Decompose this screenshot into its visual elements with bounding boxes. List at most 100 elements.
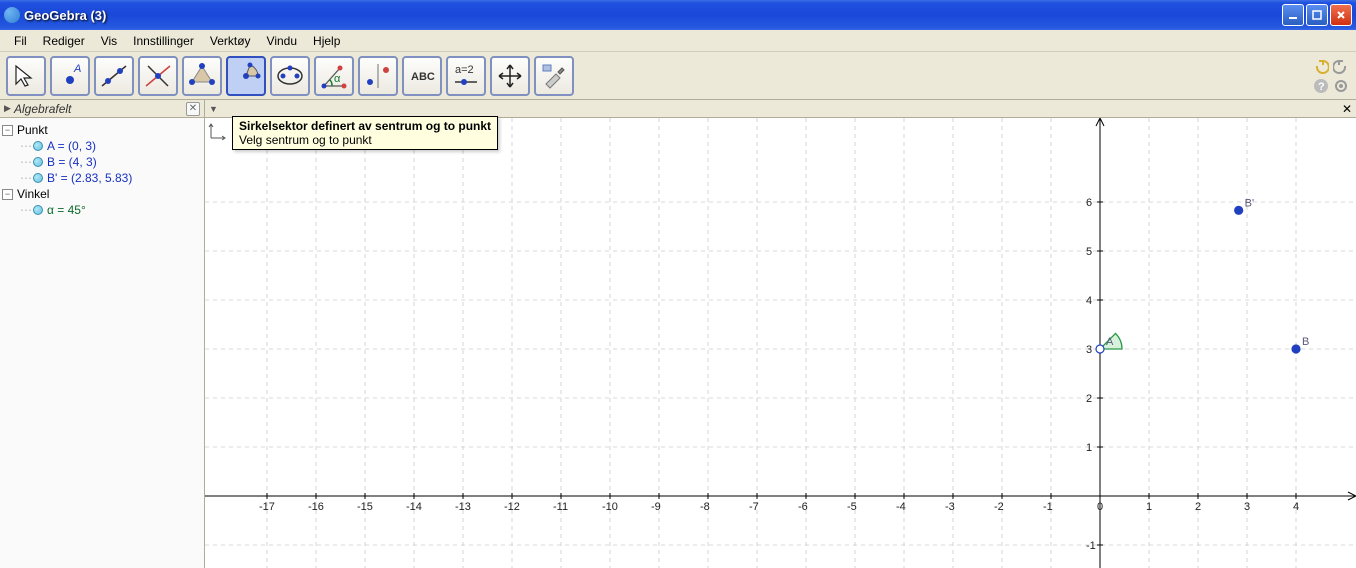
tree-item[interactable]: ⋯α = 45° (2, 202, 202, 218)
tool-options[interactable] (534, 56, 574, 96)
chevron-down-icon[interactable]: ▼ (209, 104, 219, 114)
svg-text:5: 5 (1086, 246, 1092, 258)
svg-text:?: ? (1318, 81, 1325, 93)
svg-text:-14: -14 (406, 501, 422, 513)
svg-text:B: B (1302, 336, 1309, 348)
menubar: Fil Rediger Vis Innstillinger Verktøy Vi… (0, 30, 1356, 52)
tool-circle-sector[interactable] (226, 56, 266, 96)
graphics-canvas[interactable]: -17-16-15-14-13-12-11-10-9-8-7-6-5-4-3-2… (205, 118, 1356, 568)
algebra-title: Algebrafelt (14, 102, 186, 116)
toolbar: A α ABC a=2 ? (0, 52, 1356, 100)
tree-category-label: Punkt (17, 123, 48, 137)
svg-text:-1: -1 (1086, 540, 1096, 552)
tool-angle[interactable]: α (314, 56, 354, 96)
tree-category-vinkel[interactable]: − Vinkel (2, 186, 202, 202)
svg-text:6: 6 (1086, 197, 1092, 209)
point-bullet-icon (33, 173, 43, 183)
svg-text:-16: -16 (308, 501, 324, 513)
svg-text:-2: -2 (994, 501, 1004, 513)
tree-item-label: B = (4, 3) (47, 155, 97, 169)
svg-text:-8: -8 (700, 501, 710, 513)
collapse-icon[interactable]: − (2, 125, 13, 136)
svg-text:A: A (1106, 336, 1114, 348)
svg-text:-12: -12 (504, 501, 520, 513)
tree-category-punkt[interactable]: − Punkt (2, 122, 202, 138)
tool-line[interactable] (94, 56, 134, 96)
tree-item[interactable]: ⋯B' = (2.83, 5.83) (2, 170, 202, 186)
svg-text:-5: -5 (847, 501, 857, 513)
tool-slider[interactable]: a=2 (446, 56, 486, 96)
svg-text:0: 0 (1097, 501, 1103, 513)
angle-bullet-icon (33, 205, 43, 215)
tool-point[interactable]: A (50, 56, 90, 96)
window-titlebar: GeoGebra (3) (0, 0, 1356, 30)
svg-text:4: 4 (1293, 501, 1299, 513)
tooltip-sub: Velg sentrum og to punkt (239, 133, 491, 147)
svg-text:2: 2 (1086, 393, 1092, 405)
tool-reflect[interactable] (358, 56, 398, 96)
graphics-panel[interactable]: ▼ ✕ -17-16-15-14-13-12-11-10-9-8-7-6-5-4… (205, 100, 1356, 568)
tree-item-label: A = (0, 3) (47, 139, 96, 153)
svg-text:-15: -15 (357, 501, 373, 513)
algebra-tree: − Punkt ⋯A = (0, 3) ⋯B = (4, 3) ⋯B' = (2… (0, 118, 204, 222)
redo-icon[interactable] (1332, 57, 1350, 75)
minimize-button[interactable] (1282, 4, 1304, 26)
graphics-svg[interactable]: -17-16-15-14-13-12-11-10-9-8-7-6-5-4-3-2… (205, 118, 1356, 568)
help-icon[interactable]: ? (1312, 77, 1330, 95)
menu-hjelp[interactable]: Hjelp (305, 32, 348, 50)
tool-move-graphics[interactable] (490, 56, 530, 96)
svg-text:α: α (334, 73, 341, 85)
tree-item[interactable]: ⋯B = (4, 3) (2, 154, 202, 170)
menu-vindu[interactable]: Vindu (259, 32, 305, 50)
tool-polygon[interactable] (182, 56, 222, 96)
algebra-panel: ▶ Algebrafelt ✕ − Punkt ⋯A = (0, 3) ⋯B =… (0, 100, 205, 568)
tool-move[interactable] (6, 56, 46, 96)
collapse-icon[interactable]: − (2, 189, 13, 200)
menu-innstillinger[interactable]: Innstillinger (125, 32, 202, 50)
undo-icon[interactable] (1312, 57, 1330, 75)
point-bullet-icon (33, 157, 43, 167)
toolbar-right-icons: ? (1306, 57, 1350, 95)
svg-text:2: 2 (1195, 501, 1201, 513)
svg-text:-4: -4 (896, 501, 906, 513)
tree-item-label: B' = (2.83, 5.83) (47, 171, 132, 185)
close-panel-icon[interactable]: ✕ (186, 102, 200, 116)
tree-item-label: α = 45° (47, 203, 86, 217)
window-buttons (1282, 4, 1352, 26)
tool-perpendicular[interactable] (138, 56, 178, 96)
svg-text:3: 3 (1244, 501, 1250, 513)
point-bullet-icon (33, 141, 43, 151)
maximize-button[interactable] (1306, 4, 1328, 26)
svg-text:ABC: ABC (411, 71, 435, 83)
menu-verktoy[interactable]: Verktøy (202, 32, 259, 50)
svg-text:-1: -1 (1043, 501, 1053, 513)
svg-text:3: 3 (1086, 344, 1092, 356)
algebra-header: ▶ Algebrafelt ✕ (0, 100, 204, 118)
svg-text:4: 4 (1086, 295, 1092, 307)
svg-text:a=2: a=2 (455, 64, 474, 76)
svg-text:-11: -11 (553, 501, 568, 513)
svg-text:1: 1 (1146, 501, 1152, 513)
menu-fil[interactable]: Fil (6, 32, 35, 50)
gear-icon[interactable] (1332, 77, 1350, 95)
tree-item[interactable]: ⋯A = (0, 3) (2, 138, 202, 154)
tool-tooltip: Sirkelsektor definert av sentrum og to p… (232, 116, 498, 150)
tool-ellipse[interactable] (270, 56, 310, 96)
svg-text:-9: -9 (651, 501, 661, 513)
svg-text:-6: -6 (798, 501, 808, 513)
svg-text:1: 1 (1086, 442, 1092, 454)
chevron-right-icon[interactable]: ▶ (4, 103, 14, 114)
svg-text:-7: -7 (749, 501, 759, 513)
tooltip-title: Sirkelsektor definert av sentrum og to p… (239, 119, 491, 133)
menu-vis[interactable]: Vis (93, 32, 125, 50)
close-panel-icon[interactable]: ✕ (1342, 102, 1352, 116)
close-button[interactable] (1330, 4, 1352, 26)
tool-text[interactable]: ABC (402, 56, 442, 96)
tree-category-label: Vinkel (17, 187, 49, 201)
svg-text:B': B' (1245, 197, 1254, 209)
svg-text:-17: -17 (259, 501, 275, 513)
svg-text:-10: -10 (602, 501, 618, 513)
svg-text:A: A (73, 63, 81, 75)
menu-rediger[interactable]: Rediger (35, 32, 93, 50)
svg-text:-3: -3 (945, 501, 955, 513)
